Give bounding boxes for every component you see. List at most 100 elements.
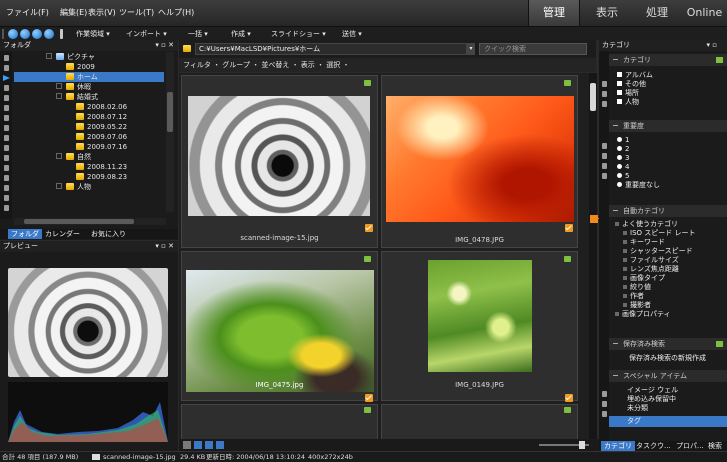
section-header-importance[interactable]: 重要度: [609, 120, 727, 132]
importance-item[interactable]: 2: [617, 145, 660, 154]
checkbox-checked-icon[interactable]: [365, 394, 373, 402]
tree-item-home[interactable]: ホーム: [14, 72, 164, 82]
auto-category-item[interactable]: キーワード: [615, 238, 695, 247]
tab-properties[interactable]: プロパ...: [673, 441, 707, 451]
special-item-tag-selected[interactable]: タグ: [609, 416, 727, 427]
category-item[interactable]: その他: [617, 80, 653, 89]
category-item[interactable]: 場所: [617, 89, 653, 98]
import-dropdown[interactable]: インポート ▾: [126, 29, 167, 39]
checkbox-checked-icon[interactable]: [365, 224, 373, 232]
tree-item-wedding[interactable]: 結婚式: [14, 92, 164, 102]
tab-folders[interactable]: フォルダ: [8, 229, 42, 239]
expand-icon[interactable]: [615, 222, 619, 226]
expand-icon[interactable]: [623, 285, 627, 289]
tree-item-vacation[interactable]: 休暇: [14, 82, 164, 92]
auto-category-item[interactable]: ファイルサイズ: [615, 256, 695, 265]
category-item[interactable]: アルバム: [617, 71, 653, 80]
expand-icon[interactable]: [623, 303, 627, 307]
importance-item[interactable]: 1: [617, 136, 660, 145]
tab-tasks[interactable]: タスクウ...: [633, 441, 674, 451]
auto-category-item[interactable]: ISO スピード レート: [615, 229, 695, 238]
path-input[interactable]: C:¥Users¥MacLSD¥Pictures¥ホーム: [195, 43, 467, 55]
expand-icon[interactable]: [623, 258, 627, 262]
send-dropdown[interactable]: 送信 ▾: [342, 29, 362, 39]
tree-item-date[interactable]: 2009.07.16: [14, 142, 164, 152]
expand-icon[interactable]: [615, 312, 619, 316]
section-header-saved[interactable]: 保存済み検索: [609, 338, 727, 350]
panel-controls[interactable]: ▾ ▫ ✕: [155, 40, 174, 51]
tree-item-date[interactable]: 2008.02.06: [14, 102, 164, 112]
section-header-special[interactable]: スペシャル アイテム: [609, 370, 727, 382]
tree-item-date[interactable]: 2008.11.23: [14, 162, 164, 172]
filter-bar[interactable]: フィルタ ・ グループ ・ 並べ替え ・ 表示 ・ 選択 ・: [179, 58, 596, 72]
tab-categories[interactable]: カテゴリ: [601, 441, 635, 451]
importance-item[interactable]: 5: [617, 172, 660, 181]
checkbox-icon[interactable]: [617, 72, 622, 77]
checkbox-icon[interactable]: [617, 81, 622, 86]
expand-icon[interactable]: [56, 83, 62, 89]
collapse-icon[interactable]: [613, 210, 618, 211]
tab-process[interactable]: 処理: [632, 0, 682, 26]
auto-category-item[interactable]: レンズ焦点距離: [615, 265, 695, 274]
menu-edit[interactable]: 編集(E): [60, 7, 87, 18]
splitter-handle[interactable]: [590, 215, 598, 223]
thumbnail-cell[interactable]: scanned-image-15.jpg: [181, 75, 378, 248]
panel-controls[interactable]: ▾ ▫ ✕: [155, 241, 174, 252]
importance-item[interactable]: 4: [617, 163, 660, 172]
quick-search-input[interactable]: クイック検索: [479, 43, 587, 55]
view-mode-icon[interactable]: [216, 441, 224, 449]
tree-item-pictures[interactable]: ピクチャ: [14, 52, 164, 62]
category-item[interactable]: 人物: [617, 98, 653, 107]
expand-icon[interactable]: [623, 249, 627, 253]
auto-category-item[interactable]: シャッタースピード: [615, 247, 695, 256]
collapse-icon[interactable]: [56, 93, 62, 99]
forward-icon[interactable]: [32, 29, 42, 39]
menu-view[interactable]: 表示(V): [88, 7, 116, 18]
hscroll-thumb[interactable]: [24, 219, 134, 224]
collapse-icon[interactable]: [613, 343, 618, 344]
folder-hscrollbar[interactable]: [14, 218, 166, 225]
tree-item-2009[interactable]: 2009: [14, 62, 164, 72]
category-tag-icon[interactable]: [716, 57, 723, 63]
thumbnail-cell[interactable]: [381, 404, 578, 439]
menu-tools[interactable]: ツール(T): [119, 7, 154, 18]
scroll-thumb[interactable]: [167, 92, 173, 132]
tab-online[interactable]: Online: [682, 0, 727, 26]
path-dropdown-icon[interactable]: ▾: [467, 43, 475, 55]
thumbnail-cell[interactable]: IMG_0149.JPG: [381, 251, 578, 402]
expand-icon[interactable]: [56, 183, 62, 189]
auto-category-item[interactable]: よく使うカテゴリ: [615, 220, 695, 229]
slideshow-dropdown[interactable]: スライドショー ▾: [271, 29, 326, 39]
auto-category-item[interactable]: 作者: [615, 292, 695, 301]
checkbox-checked-icon[interactable]: [565, 224, 573, 232]
menu-help[interactable]: ヘルプ(H): [158, 7, 194, 18]
checkbox-icon[interactable]: [617, 99, 622, 104]
section-header-categories[interactable]: カテゴリ: [609, 54, 727, 66]
tab-view[interactable]: 表示: [582, 0, 632, 26]
tree-item-date[interactable]: 2008.07.12: [14, 112, 164, 122]
tree-item-date[interactable]: 2009.05.22: [14, 122, 164, 132]
auto-category-item[interactable]: 撮影者: [615, 301, 695, 310]
view-mode-icon[interactable]: [205, 441, 213, 449]
workspace-dropdown[interactable]: 作業領域 ▾: [76, 29, 110, 39]
tab-favorites[interactable]: お気に入り: [88, 229, 129, 239]
zoom-slider-thumb[interactable]: [579, 441, 585, 449]
tab-manage[interactable]: 管理: [528, 0, 580, 26]
view-mode-icon[interactable]: [183, 441, 191, 449]
auto-category-item[interactable]: 画像プロパティ: [615, 310, 695, 319]
tab-search[interactable]: 検索: [705, 441, 725, 451]
expand-icon[interactable]: [623, 276, 627, 280]
create-dropdown[interactable]: 作成 ▾: [231, 29, 251, 39]
expand-icon[interactable]: [623, 294, 627, 298]
saved-search-icon[interactable]: [716, 341, 723, 347]
grid-scrollbar[interactable]: [589, 73, 597, 439]
expand-icon[interactable]: [623, 267, 627, 271]
refresh-icon[interactable]: [44, 29, 54, 39]
folder-scrollbar[interactable]: [166, 52, 174, 212]
auto-category-item[interactable]: 画像タイプ: [615, 274, 695, 283]
new-saved-search-link[interactable]: 保存済み検索の新規作成: [629, 354, 706, 363]
tree-item-date[interactable]: 2009.08.23: [14, 172, 164, 182]
checkbox-icon[interactable]: [617, 90, 622, 95]
thumbnail-cell[interactable]: [181, 404, 378, 439]
section-header-auto[interactable]: 自動カテゴリ: [609, 205, 727, 217]
